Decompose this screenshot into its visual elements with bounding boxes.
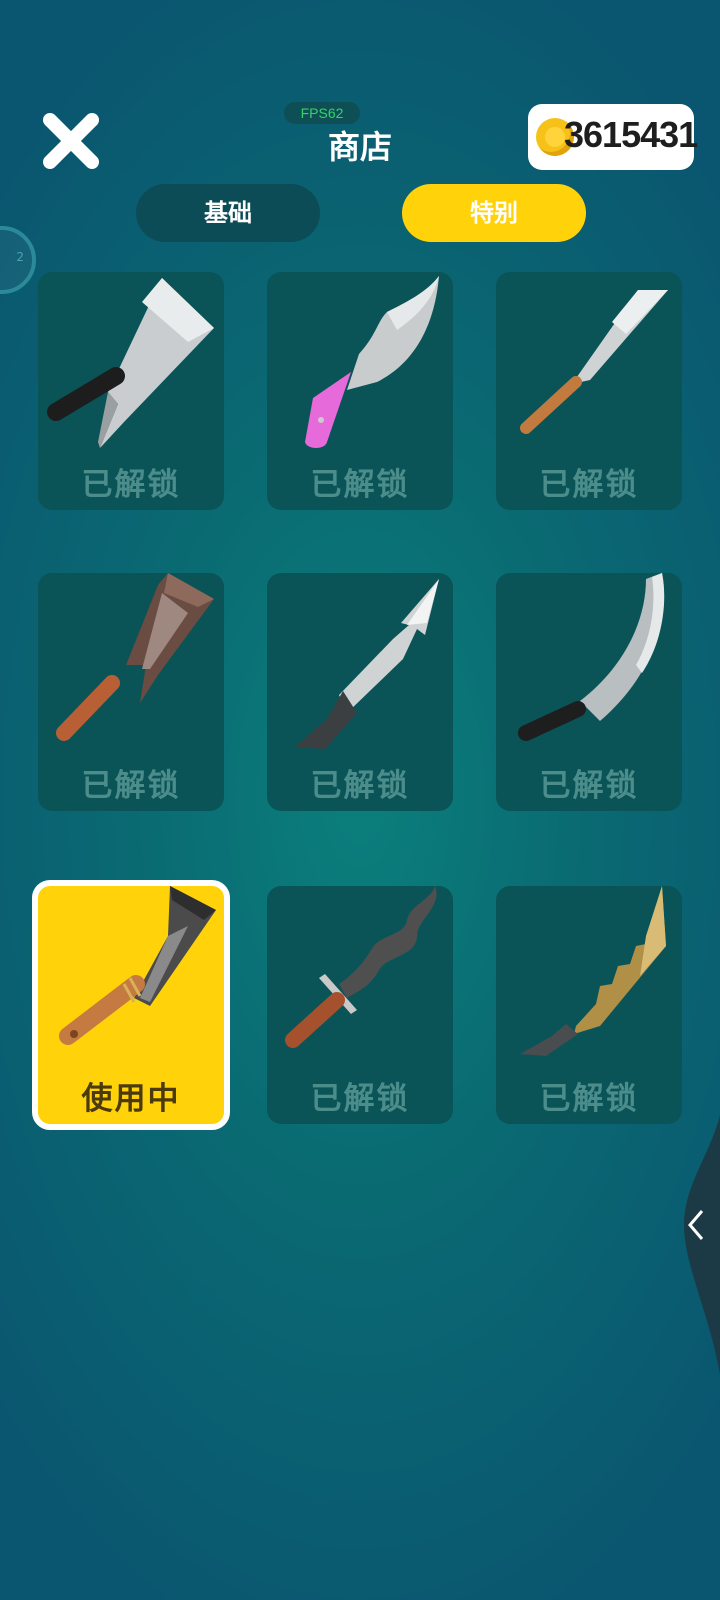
shop-item[interactable]: 已解锁 <box>267 886 453 1124</box>
side-drawer-tab[interactable] <box>680 1115 720 1375</box>
side-circle-button[interactable]: 2 <box>0 226 36 294</box>
curved-sword-icon <box>518 573 665 741</box>
harpoon-blade-icon <box>295 579 439 749</box>
pink-knife-icon <box>305 276 439 448</box>
shop-item[interactable]: 已解锁 <box>267 573 453 811</box>
item-status: 使用中 <box>81 1081 181 1117</box>
wavy-dagger-icon <box>285 886 437 1048</box>
close-button[interactable] <box>38 108 104 174</box>
rusty-cleaver-icon <box>56 573 214 741</box>
fps-counter: FPS62 <box>284 102 360 124</box>
item-status: 已解锁 <box>539 1081 639 1117</box>
item-status: 已解锁 <box>81 768 181 804</box>
item-status: 已解锁 <box>539 467 639 503</box>
shop-item[interactable]: 已解锁 <box>496 272 682 510</box>
shop-item[interactable]: 已解锁 <box>496 886 682 1124</box>
coin-balance: 3615431 <box>528 104 698 170</box>
item-status: 已解锁 <box>310 1081 410 1117</box>
shop-item[interactable]: 已解锁 <box>267 272 453 510</box>
drawer-tab-shape <box>684 1115 720 1375</box>
golden-blade-icon <box>520 886 666 1056</box>
coin-amount: 3615431 <box>564 114 698 155</box>
page-title: 商店 <box>327 128 392 166</box>
close-icon <box>43 113 99 169</box>
tab-basic[interactable]: 基础 <box>136 184 320 242</box>
shop-item[interactable]: 已解锁 <box>38 272 224 510</box>
item-status: 已解锁 <box>81 467 181 503</box>
item-status: 已解锁 <box>310 768 410 804</box>
shop-item-selected[interactable]: 使用中 <box>32 880 230 1130</box>
shop-item[interactable]: 已解锁 <box>496 573 682 811</box>
machete-icon <box>59 886 216 1045</box>
item-status: 已解锁 <box>539 768 639 804</box>
chef-knife-icon <box>520 290 668 434</box>
side-badge-text: 2 <box>16 250 24 264</box>
cleaver-icon <box>47 278 214 448</box>
tab-special[interactable]: 特别 <box>402 184 586 242</box>
shop-item[interactable]: 已解锁 <box>38 573 224 811</box>
item-status: 已解锁 <box>310 467 410 503</box>
